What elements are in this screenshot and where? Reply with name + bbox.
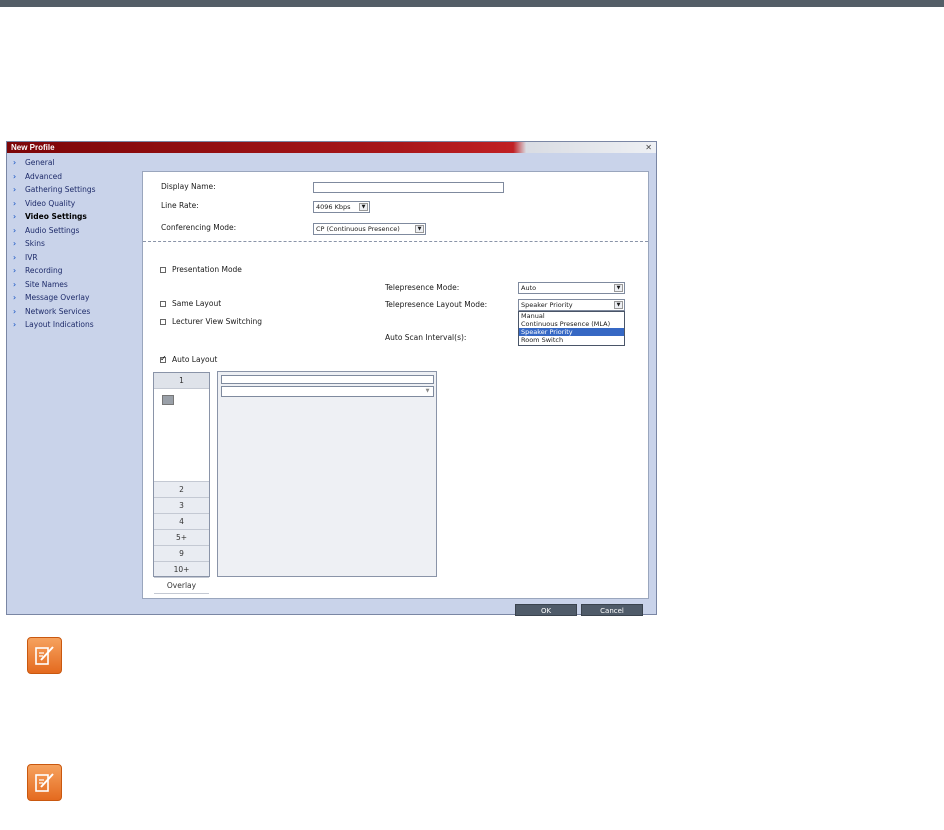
sidebar-nav: › General › Advanced › Gathering Settings › Vid… [13, 156, 133, 332]
layout-tabs: 1 2 3 4 5+ 9 10+ Overlay [153, 372, 210, 594]
chevron-right-icon: › [13, 212, 17, 221]
telepresence-mode-select[interactable]: Auto ▼ [518, 282, 625, 294]
display-name-field[interactable] [313, 182, 504, 193]
top-bar [0, 0, 944, 7]
layout-tab-3[interactable]: 3 [154, 498, 209, 514]
sidebar-item[interactable]: › Video Quality [13, 197, 133, 211]
chevron-down-icon: ▼ [415, 225, 424, 233]
chevron-right-icon: › [13, 320, 17, 329]
sidebar-item[interactable]: › Layout Indications [13, 318, 133, 332]
chevron-down-icon: ▼ [425, 388, 430, 394]
layout-tab-overlay[interactable]: Overlay [154, 578, 209, 594]
chevron-right-icon: › [13, 293, 17, 302]
section-divider [143, 241, 648, 242]
sidebar-item[interactable]: › Audio Settings [13, 224, 133, 238]
note-icon [27, 764, 62, 801]
telepresence-layout-dropdown-list: Manual Continuous Presence (MLA) Speaker P… [518, 311, 625, 346]
chevron-right-icon: › [13, 279, 17, 289]
sidebar-item[interactable]: › General [13, 156, 133, 170]
display-name-label: Display Name: [161, 182, 216, 191]
lecturer-view-switching-label: Lecturer View Switching [172, 317, 263, 326]
layout-thumbnail[interactable] [162, 395, 174, 405]
dropdown-option[interactable]: Continuous Presence (MLA) [519, 320, 624, 328]
chevron-right-icon: › [13, 171, 17, 181]
layout-tab-2[interactable]: 2 [154, 482, 209, 498]
chevron-right-icon: › [13, 225, 17, 235]
sidebar-item[interactable]: › Video Settings [13, 210, 133, 224]
layout-tab-4[interactable]: 4 [154, 514, 209, 530]
sidebar-item-label: Audio Settings [25, 225, 80, 235]
cancel-button[interactable]: Cancel [581, 604, 643, 616]
sidebar-item[interactable]: › IVR [13, 251, 133, 265]
telepresence-layout-mode-label: Telepresence Layout Mode: [385, 300, 488, 309]
dropdown-option[interactable]: Speaker Priority [519, 328, 624, 336]
same-layout-label: Same Layout [172, 299, 222, 308]
presentation-mode-label: Presentation Mode [172, 265, 242, 274]
lecturer-view-switching-checkbox[interactable] [160, 319, 166, 325]
sidebar-item-label: Video Settings [25, 212, 87, 221]
chevron-right-icon: › [13, 266, 17, 275]
sidebar-item-label: Skins [25, 239, 45, 248]
chevron-right-icon: › [13, 158, 17, 167]
layout-preview-header [221, 375, 434, 384]
sidebar-item-label: Gathering Settings [25, 185, 96, 194]
chevron-down-icon: ▼ [614, 301, 623, 309]
layout-preview-area: ▼ [217, 371, 437, 577]
telepresence-mode-label: Telepresence Mode: [385, 283, 460, 292]
sidebar-item-label: Recording [25, 266, 63, 275]
sidebar-item-label: General [25, 158, 55, 167]
sidebar-item[interactable]: › Message Overlay [13, 291, 133, 305]
sidebar-item-label: Video Quality [25, 198, 76, 208]
layout-tab-9[interactable]: 9 [154, 546, 209, 562]
layout-video-select[interactable]: ▼ [221, 386, 434, 397]
title-bar: New Profile ✕ [7, 142, 656, 153]
dropdown-option[interactable]: Manual [519, 312, 624, 320]
chevron-down-icon: ▼ [614, 284, 623, 292]
sidebar-item[interactable]: › Recording [13, 264, 133, 278]
close-icon[interactable]: ✕ [645, 142, 652, 153]
auto-layout-label: Auto Layout [172, 355, 218, 364]
sidebar-item[interactable]: › Network Services [13, 305, 133, 319]
auto-layout-checkbox[interactable] [160, 354, 167, 363]
sidebar-item[interactable]: › Gathering Settings [13, 183, 133, 197]
chevron-right-icon: › [13, 198, 17, 208]
presentation-mode-checkbox[interactable] [160, 267, 166, 273]
chevron-right-icon: › [13, 239, 17, 248]
sidebar-item-label: Advanced [25, 171, 63, 181]
note-pencil-glyph [35, 773, 54, 792]
chevron-right-icon: › [13, 252, 17, 262]
note-pencil-glyph [35, 646, 54, 665]
layout-thumbnail-area [154, 389, 209, 482]
conferencing-mode-select[interactable]: CP (Continuous Presence) ▼ [313, 223, 426, 235]
ok-button[interactable]: OK [515, 604, 577, 616]
chevron-down-icon: ▼ [359, 203, 368, 211]
layout-tab-1[interactable]: 1 [154, 373, 209, 389]
dialog-title: New Profile [11, 143, 55, 152]
layout-tab-10plus[interactable]: 10+ [154, 562, 209, 578]
line-rate-select[interactable]: 4096 Kbps ▼ [313, 201, 370, 213]
dropdown-option[interactable]: Room Switch [519, 336, 624, 344]
sidebar-item-label: Message Overlay [25, 293, 90, 302]
conferencing-mode-label: Conferencing Mode: [161, 223, 237, 232]
sidebar-item-label: IVR [25, 252, 38, 262]
sidebar-item[interactable]: › Skins [13, 237, 133, 251]
chevron-right-icon: › [13, 306, 17, 316]
sidebar-item-label: Network Services [25, 306, 91, 316]
sidebar-item[interactable]: › Advanced [13, 170, 133, 184]
sidebar-item[interactable]: › Site Names [13, 278, 133, 292]
auto-scan-interval-label: Auto Scan Interval(s): [385, 333, 467, 342]
note-icon [27, 637, 62, 674]
sidebar-item-label: Layout Indications [25, 320, 94, 329]
chevron-right-icon: › [13, 185, 17, 194]
telepresence-layout-mode-select[interactable]: Speaker Priority ▼ [518, 299, 625, 311]
same-layout-checkbox[interactable] [160, 301, 166, 307]
layout-tab-5plus[interactable]: 5+ [154, 530, 209, 546]
sidebar-item-label: Site Names [25, 279, 68, 289]
line-rate-label: Line Rate: [161, 201, 199, 210]
